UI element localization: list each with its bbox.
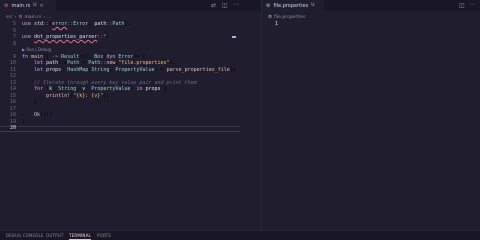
tab-output[interactable]: OUTPUT — [46, 233, 64, 238]
more-actions-icon[interactable]: ⋯ — [469, 1, 475, 8]
close-tab-icon[interactable]: × — [40, 3, 44, 9]
rust-file-icon: ⚙ — [18, 14, 23, 20]
breadcrumb-more[interactable]: … — [47, 15, 52, 20]
tab-label: file.properties — [273, 2, 309, 9]
open-changes-icon[interactable]: ⇄ — [211, 2, 216, 9]
code-line: 20 — [9, 125, 16, 131]
tab-terminal[interactable]: TERMINAL — [69, 233, 91, 240]
panel-tab-bar: DEBUG CONSOLE OUTPUT TERMINAL PORTS — [0, 231, 480, 240]
code-line: 11 let props: HashMap<String, PropertyVa… — [9, 66, 236, 73]
split-editor-icon[interactable]: ◫ — [222, 2, 228, 9]
more-actions-icon[interactable]: ⋯ — [233, 1, 239, 8]
breadcrumb-right: ⚙ file.properties — [268, 13, 305, 21]
rust-file-icon: ⚙ — [4, 2, 9, 9]
split-editor-icon[interactable]: ◫ — [459, 2, 465, 9]
breadcrumb-file[interactable]: file.properties — [274, 15, 305, 20]
tab-label: main.rs — [11, 2, 31, 9]
properties-editor[interactable]: 1 — [262, 21, 284, 28]
breadcrumb: src › ⚙ main.rs › … — [6, 13, 52, 21]
editor-split-divider[interactable] — [261, 0, 262, 230]
right-tab-bar: ⚙ file.properties U ◫ ⋯ — [262, 0, 480, 11]
chevron-right-icon: › — [14, 14, 17, 20]
chevron-right-icon: › — [43, 14, 46, 20]
tab-debug-console[interactable]: DEBUG CONSOLE — [6, 233, 44, 238]
properties-file-icon: ⚙ — [266, 2, 271, 9]
vscode-window: ⚙ main.rs U × ⇄ ◫ ⋯ ⚙ file.properties U … — [0, 0, 480, 240]
tab-file-properties[interactable]: ⚙ file.properties U — [262, 0, 324, 11]
code-editor[interactable]: 5 use std::{error::Error, path::Path}; 6 7 u… — [0, 21, 236, 132]
breadcrumb-file[interactable]: main.rs — [24, 15, 41, 20]
tab-ports[interactable]: PORTS — [97, 233, 111, 238]
code-line: 1 — [274, 21, 278, 27]
tab-main-rs[interactable]: ⚙ main.rs U × — [0, 0, 56, 11]
untracked-badge: U — [311, 3, 315, 8]
properties-file-icon: ⚙ — [268, 14, 273, 20]
left-tab-bar: ⚙ main.rs U × ⇄ ◫ ⋯ — [0, 0, 261, 11]
untracked-badge: U — [33, 3, 37, 8]
breadcrumb-src[interactable]: src — [6, 15, 13, 20]
